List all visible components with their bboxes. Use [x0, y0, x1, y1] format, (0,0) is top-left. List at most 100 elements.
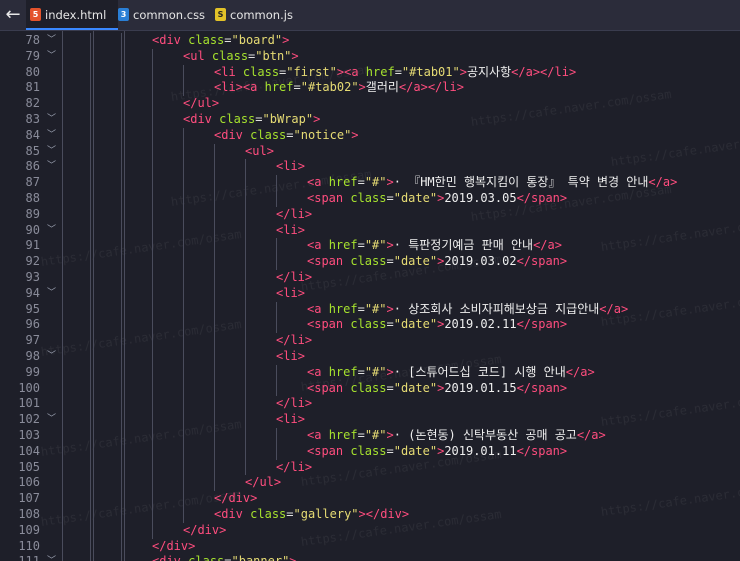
fold-chevron-icon[interactable]: ﹀: [47, 49, 56, 65]
code-line[interactable]: 81 <li><a href="#tab02">갤러리</a></li>: [0, 80, 740, 96]
code-line[interactable]: 82 </ul>: [0, 96, 740, 112]
code-text: </ul>: [183, 96, 220, 111]
line-number: 99: [25, 364, 40, 379]
code-line[interactable]: 91 <a href="#">· 특판정기예금 판매 안내</a>: [0, 238, 740, 254]
code-text: </li>: [276, 333, 313, 348]
code-text: <li>: [276, 285, 305, 300]
code-line[interactable]: 92 <span class="date">2019.03.02</span>: [0, 254, 740, 270]
html5-icon: 5: [30, 8, 41, 21]
code-text: <li><a href="#tab02">갤러리</a></li>: [214, 80, 464, 95]
js-icon: S: [215, 8, 226, 21]
code-text: </ul>: [245, 475, 282, 490]
code-line[interactable]: 109 </div>: [0, 523, 740, 539]
fold-chevron-icon[interactable]: ﹀: [47, 112, 56, 128]
line-number: 79: [25, 48, 40, 63]
code-line[interactable]: 102 ﹀ <li>: [0, 412, 740, 428]
line-number: 92: [25, 254, 40, 269]
line-number: 109: [18, 522, 40, 537]
line-number: 104: [18, 443, 40, 458]
code-line[interactable]: 99 <a href="#">· [스튜어드십 코드] 시행 안내</a>: [0, 365, 740, 381]
back-arrow-icon[interactable]: ←: [0, 0, 26, 30]
code-line[interactable]: 84 ﹀ <div class="notice">: [0, 128, 740, 144]
code-line[interactable]: 95 <a href="#">· 상조회사 소비자피해보상금 지급안내</a>: [0, 302, 740, 318]
code-text: <a href="#">· 『HM한민 행복지킴이 통장』 특약 변경 안내</…: [307, 175, 678, 190]
code-line[interactable]: 110 </div>: [0, 539, 740, 555]
code-line[interactable]: 97 </li>: [0, 333, 740, 349]
code-line[interactable]: 85 ﹀ <ul>: [0, 144, 740, 160]
code-text: </li>: [276, 206, 313, 221]
fold-chevron-icon[interactable]: ﹀: [47, 159, 56, 175]
code-line[interactable]: 94 ﹀ <li>: [0, 286, 740, 302]
code-text: <span class="date">2019.03.05</span>: [307, 191, 568, 205]
line-number: 81: [25, 80, 40, 95]
css3-icon: 3: [118, 8, 129, 21]
line-number: 83: [25, 112, 40, 126]
code-text: </div>: [214, 491, 258, 506]
code-text: <li>: [276, 159, 305, 174]
line-number: 91: [25, 238, 40, 253]
tab-bar: ← 5 index.html 3 common.css Scommon.js: [0, 0, 740, 31]
line-number: 102: [18, 412, 40, 427]
code-line[interactable]: 88 <span class="date">2019.03.05</span>: [0, 191, 740, 207]
tab-index-html[interactable]: 5 index.html: [26, 0, 118, 30]
fold-chevron-icon[interactable]: ﹀: [47, 144, 56, 160]
code-text: <a href="#">· 상조회사 소비자피해보상금 지급안내</a>: [307, 301, 629, 316]
line-number: 106: [18, 475, 40, 490]
fold-chevron-icon[interactable]: ﹀: [47, 128, 56, 144]
code-line[interactable]: 80 <li class="first"><a href="#tab01">공지사…: [0, 65, 740, 81]
code-line[interactable]: 79 ﹀ <ul class="btn">: [0, 49, 740, 65]
tab-common-js[interactable]: Scommon.js: [215, 0, 295, 30]
code-line[interactable]: 89 </li>: [0, 207, 740, 223]
code-text: <li class="first"><a href="#tab01">공지사항<…: [214, 64, 577, 79]
code-line[interactable]: 108 <div class="gallery"></div>: [0, 507, 740, 523]
code-line[interactable]: 100 <span class="date">2019.01.15</span>: [0, 381, 740, 397]
line-number: 97: [25, 333, 40, 348]
code-line[interactable]: 107 </div>: [0, 491, 740, 507]
code-text: <div class="gallery"></div>: [214, 507, 410, 521]
code-text: <span class="date">2019.03.02</span>: [307, 254, 568, 269]
line-number: 111: [0, 554, 40, 561]
code-line[interactable]: 96 <span class="date">2019.02.11</span>: [0, 317, 740, 333]
code-line[interactable]: 78 ﹀ <div class="board">: [0, 33, 740, 49]
code-line[interactable]: 87 <a href="#">· 『HM한민 행복지킴이 통장』 특약 변경 안내…: [0, 175, 740, 191]
code-text: <div class="banner">: [152, 554, 297, 561]
fold-chevron-icon[interactable]: ﹀: [47, 33, 56, 49]
line-number: 90: [25, 222, 40, 237]
line-number: 110: [18, 538, 40, 553]
tab-label: index.html: [45, 8, 107, 22]
code-line[interactable]: 105 </li>: [0, 460, 740, 476]
code-line[interactable]: 103 <a href="#">· (논현동) 신탁부동산 공매 공고</a>: [0, 428, 740, 444]
line-number: 103: [18, 428, 40, 442]
code-text: <li>: [276, 349, 305, 363]
tab-common-css[interactable]: 3 common.css: [118, 0, 208, 30]
line-number: 93: [25, 270, 40, 284]
line-number: 100: [18, 380, 40, 395]
tab-label: common.js: [230, 8, 293, 22]
fold-chevron-icon[interactable]: ﹀: [47, 412, 56, 428]
line-number: 87: [25, 175, 40, 190]
code-text: </div>: [183, 522, 227, 537]
line-number: 82: [25, 96, 40, 111]
code-text: <span class="date">2019.01.11</span>: [307, 443, 568, 458]
code-line[interactable]: 98 ﹀ <li>: [0, 349, 740, 365]
line-number: 86: [25, 159, 40, 174]
fold-chevron-icon[interactable]: ﹀: [47, 554, 56, 561]
code-line[interactable]: 93 </li>: [0, 270, 740, 286]
code-line[interactable]: 106 </ul>: [0, 475, 740, 491]
code-line[interactable]: 101 </li>: [0, 396, 740, 412]
code-line[interactable]: 104 <span class="date">2019.01.11</span>: [0, 444, 740, 460]
code-line[interactable]: 90 ﹀ <li>: [0, 223, 740, 239]
code-text: </li>: [276, 270, 313, 284]
code-line[interactable]: 111 ﹀ <div class="banner">: [0, 554, 740, 561]
code-line[interactable]: 86 ﹀ <li>: [0, 159, 740, 175]
fold-chevron-icon[interactable]: ﹀: [47, 286, 56, 302]
line-number: 84: [25, 127, 40, 142]
code-editor[interactable]: https://cafe.naver.com/ossam https://cafe…: [0, 31, 740, 561]
tab-label: common.css: [133, 8, 206, 22]
fold-chevron-icon[interactable]: ﹀: [47, 349, 56, 365]
line-number: 105: [18, 459, 40, 474]
code-text: </div>: [152, 538, 196, 553]
line-number: 96: [25, 317, 40, 332]
code-line[interactable]: 83 ﹀ <div class="bWrap">: [0, 112, 740, 128]
fold-chevron-icon[interactable]: ﹀: [47, 223, 56, 239]
